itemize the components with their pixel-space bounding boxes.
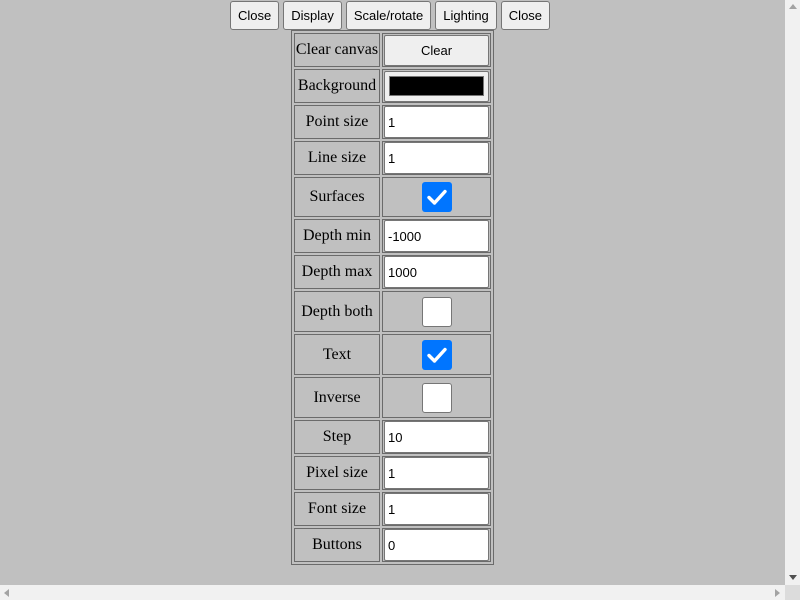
text-label: Text xyxy=(294,334,380,375)
pixel-size-input[interactable] xyxy=(384,457,489,489)
row-point-size: Point size xyxy=(294,105,491,139)
close-button[interactable]: Close xyxy=(230,1,280,30)
depth-both-checkbox[interactable] xyxy=(421,296,452,327)
triangle-down-icon[interactable] xyxy=(789,575,797,580)
surfaces-label: Surfaces xyxy=(294,177,380,217)
line-size-label: Line size xyxy=(294,141,380,175)
triangle-left-icon[interactable] xyxy=(4,589,9,597)
background-color-picker[interactable] xyxy=(384,70,489,102)
triangle-right-icon[interactable] xyxy=(775,589,780,597)
row-buttons: Buttons xyxy=(294,528,491,562)
horizontal-scrollbar[interactable] xyxy=(0,585,785,600)
step-input[interactable] xyxy=(384,421,489,453)
page-viewport: Close Display Scale/rotate Lighting Clos… xyxy=(0,0,785,585)
buttons-label: Buttons xyxy=(294,528,380,562)
vertical-scrollbar[interactable] xyxy=(785,0,800,585)
display-button[interactable]: Display xyxy=(283,1,342,30)
clear-button[interactable]: Clear xyxy=(384,34,489,66)
font-size-label: Font size xyxy=(294,492,380,526)
depth-max-label: Depth max xyxy=(294,255,380,289)
step-label: Step xyxy=(294,420,380,454)
lighting-button[interactable]: Lighting xyxy=(435,1,497,30)
line-size-input[interactable] xyxy=(384,142,489,174)
row-depth-both: Depth both xyxy=(294,291,491,332)
display-settings-table: Clear canvas Clear Background Point size… xyxy=(291,30,494,565)
check-icon xyxy=(426,189,447,205)
row-surfaces: Surfaces xyxy=(294,177,491,217)
check-icon xyxy=(426,347,447,363)
row-text: Text xyxy=(294,334,491,375)
inverse-label: Inverse xyxy=(294,377,380,418)
point-size-label: Point size xyxy=(294,105,380,139)
text-checkbox[interactable] xyxy=(421,339,452,370)
clear-canvas-label: Clear canvas xyxy=(294,33,380,67)
background-label: Background xyxy=(294,69,380,103)
triangle-up-icon[interactable] xyxy=(789,4,797,9)
top-toolbar: Close Display Scale/rotate Lighting Clos… xyxy=(230,1,551,30)
row-clear-canvas: Clear canvas Clear xyxy=(294,33,491,67)
row-line-size: Line size xyxy=(294,141,491,175)
surfaces-checkbox[interactable] xyxy=(421,182,452,212)
row-font-size: Font size xyxy=(294,492,491,526)
row-step: Step xyxy=(294,420,491,454)
font-size-input[interactable] xyxy=(384,493,489,525)
scrollbar-corner xyxy=(785,585,800,600)
depth-max-input[interactable] xyxy=(384,256,489,288)
row-depth-max: Depth max xyxy=(294,255,491,289)
depth-min-label: Depth min xyxy=(294,219,380,253)
row-background: Background xyxy=(294,69,491,103)
background-color-swatch xyxy=(389,76,484,96)
depth-both-label: Depth both xyxy=(294,291,380,332)
depth-min-input[interactable] xyxy=(384,220,489,252)
scale-rotate-button[interactable]: Scale/rotate xyxy=(345,1,432,30)
buttons-input[interactable] xyxy=(384,529,489,561)
row-inverse: Inverse xyxy=(294,377,491,418)
point-size-input[interactable] xyxy=(384,106,489,138)
close-button-2[interactable]: Close xyxy=(500,1,551,30)
inverse-checkbox[interactable] xyxy=(421,382,452,413)
row-pixel-size: Pixel size xyxy=(294,456,491,490)
pixel-size-label: Pixel size xyxy=(294,456,380,490)
row-depth-min: Depth min xyxy=(294,219,491,253)
